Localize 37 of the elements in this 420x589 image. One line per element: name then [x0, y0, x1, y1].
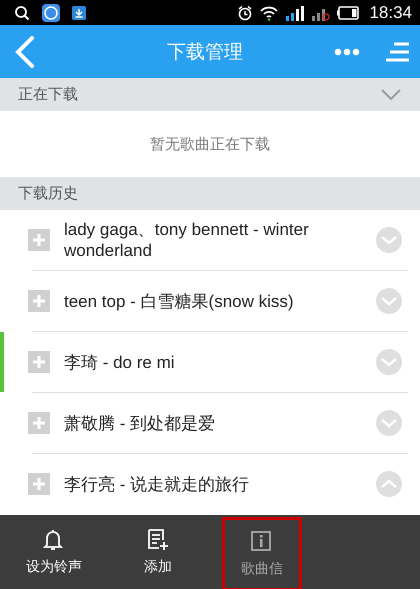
chevron-icon[interactable] — [376, 227, 402, 253]
toolbar-button[interactable]: 歌曲信 — [222, 517, 302, 589]
chevron-icon[interactable] — [376, 471, 402, 497]
section-title: 正在下载 — [18, 85, 78, 104]
menu-icon[interactable] — [386, 42, 410, 62]
plus-icon[interactable] — [28, 412, 50, 434]
song-title: lady gaga、tony bennett - winter wonderland — [64, 219, 310, 262]
back-icon[interactable] — [14, 36, 36, 68]
plus-icon[interactable] — [28, 351, 50, 373]
signal-icon — [285, 4, 306, 20]
section-header[interactable]: 正在下载 — [0, 78, 420, 111]
chevron-icon[interactable] — [376, 410, 402, 436]
song-title: 李行亮 - 说走就走的旅行 — [64, 474, 250, 496]
chevron-icon[interactable] — [376, 349, 402, 375]
search-icon — [14, 4, 30, 20]
song-title: 李琦 - do re mi — [64, 352, 176, 374]
plus-icon[interactable] — [28, 229, 50, 251]
download-icon — [72, 6, 86, 20]
section-title: 下载历史 — [18, 184, 78, 203]
song-title: teen top - 白雪糖果(snow kiss) — [64, 290, 295, 312]
app-icon — [42, 4, 60, 22]
wifi-icon — [259, 4, 280, 20]
plus-icon[interactable] — [28, 473, 50, 495]
more-icon[interactable] — [334, 48, 360, 56]
info-icon — [250, 530, 274, 554]
toolbar-button[interactable]: 添加 — [106, 515, 210, 589]
battery-icon — [337, 6, 360, 20]
clock-time: 18:34 — [369, 2, 412, 22]
add-list-icon — [146, 528, 170, 552]
toolbar-button[interactable]: 设为铃声 — [2, 515, 106, 589]
bell-icon — [42, 528, 66, 552]
chevron-icon[interactable] — [376, 288, 402, 314]
page-title: 下载管理 — [166, 40, 244, 64]
plus-icon[interactable] — [28, 290, 50, 312]
song-title: 萧敬腾 - 到处都是爱 — [64, 412, 216, 434]
empty-message: 暂无歌曲正在下载 — [150, 134, 270, 154]
alarm-icon — [237, 4, 254, 20]
